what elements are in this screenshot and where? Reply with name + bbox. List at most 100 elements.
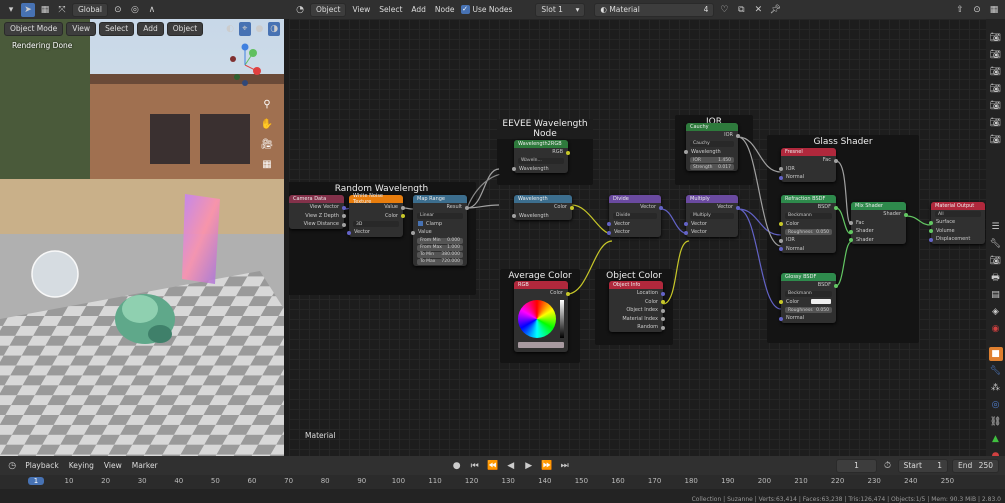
particles-icon[interactable]: ⁂ — [989, 381, 1003, 395]
node-node-menu[interactable]: Node — [432, 5, 458, 14]
distribution-dropdown[interactable]: Beckmann — [785, 212, 832, 219]
node-wavelength[interactable]: Wavelength Color Wavelength — [512, 195, 574, 220]
group-field[interactable]: Cauchy — [690, 140, 734, 147]
node-glossy-bsdf[interactable]: Glossy BSDF BSDF Beckmann Color Roughnes… — [779, 273, 838, 323]
node-cauchy[interactable]: Cauchy IOR Cauchy Wavelength IOR 1.450 St… — [684, 123, 740, 171]
overlay-icon[interactable]: ◐ — [224, 22, 236, 36]
marker-menu[interactable]: Marker — [129, 461, 161, 470]
next-keyframe-icon[interactable]: ⏩ — [540, 459, 554, 473]
scene-icon[interactable]: ◈ — [989, 305, 1003, 319]
shading-rendered-icon[interactable]: ◑ — [268, 21, 280, 36]
modifier-icon[interactable]: 🔧︎ — [989, 364, 1003, 378]
mode-dropdown[interactable]: Object Mode — [4, 21, 64, 36]
add-menu[interactable]: Add — [137, 21, 164, 36]
distribution-dropdown[interactable]: Beckmann — [785, 290, 832, 297]
node-material-output[interactable]: Material Output All Surface Volume Displ… — [929, 202, 985, 244]
from-max-field[interactable]: From Max 1.000 — [417, 244, 463, 251]
parent-node-tree-icon[interactable]: ⇧ — [953, 3, 967, 17]
node-divide[interactable]: Divide Vector Divide Vector Vector — [607, 195, 663, 237]
from-min-field[interactable]: From Min 0.000 — [417, 237, 463, 244]
operation-dropdown[interactable]: Multiply — [690, 212, 734, 219]
material-field[interactable]: ◐ Material 4 — [594, 2, 715, 17]
camera-icon[interactable]: 📷︎ — [989, 31, 1003, 45]
falloff-icon[interactable]: ∧ — [145, 3, 159, 17]
jump-end-icon[interactable]: ⏭ — [558, 459, 572, 473]
color-wheel[interactable] — [518, 299, 556, 338]
node-multiply[interactable]: Multiply Vector Multiply Vector Vector — [684, 195, 740, 237]
timeline-view-menu[interactable]: View — [101, 461, 125, 470]
editor-type-icon[interactable]: ▾ — [4, 3, 18, 17]
camera-icon[interactable]: 📷︎ — [989, 133, 1003, 147]
shading-solid-icon[interactable]: ● — [254, 22, 266, 36]
grid-view-icon[interactable]: ▦ — [260, 157, 274, 171]
to-max-field[interactable]: To Max 720.000 — [417, 258, 463, 265]
color-swatch[interactable] — [518, 341, 564, 348]
color-swatch[interactable] — [811, 299, 831, 305]
frame-ruler[interactable]: 1 10 20 30 40 50 60 70 80 90 100 110 120 130 140 150 160… — [0, 475, 1005, 489]
strength-field[interactable]: Strength 0.017 — [690, 164, 734, 170]
object-menu[interactable]: Object — [166, 21, 204, 36]
node-select-menu[interactable]: Select — [376, 5, 405, 14]
node-map-range[interactable]: Map Range Result Linear Clamp Value From… — [411, 195, 469, 266]
camera-icon[interactable]: 📷︎ — [989, 82, 1003, 96]
operation-dropdown[interactable]: Divide — [613, 212, 657, 219]
tool-icon[interactable]: 🔧︎ — [989, 237, 1003, 251]
sidebar-toggle-icon[interactable]: ☰ — [989, 220, 1003, 234]
group-field[interactable]: Waveln... — [518, 157, 564, 164]
jump-start-icon[interactable]: ⏮ — [468, 459, 482, 473]
ior-field[interactable]: IOR 1.450 — [690, 157, 734, 163]
stopwatch-icon[interactable]: ⏱ — [881, 459, 893, 473]
node-view-menu[interactable]: View — [349, 5, 373, 14]
dimensions-dropdown[interactable]: 3D — [353, 221, 399, 227]
fake-user-icon[interactable]: ♡ — [717, 3, 731, 17]
pin-icon[interactable]: 📌︎ — [768, 3, 782, 17]
shader-type-dropdown[interactable]: Object — [310, 2, 347, 17]
camera-icon[interactable]: 📷︎ — [989, 48, 1003, 62]
interpolation-dropdown[interactable]: Linear — [417, 212, 463, 219]
3d-viewport[interactable]: Rendering Done ⚲ ✋ 🎥︎ ▦ — [0, 19, 284, 456]
duplicate-material-icon[interactable]: ⧉ — [734, 3, 748, 17]
object-icon[interactable]: ■ — [988, 347, 1003, 361]
backdrop-icon[interactable]: ▦ — [987, 3, 1001, 17]
slot-dropdown[interactable]: Slot 1 ▾ — [535, 2, 586, 17]
unlink-icon[interactable]: ✕ — [751, 3, 765, 17]
transform-orientation-dropdown[interactable]: Global — [72, 2, 108, 17]
node-object-info[interactable]: Object Info Location Color Object Index … — [609, 281, 665, 332]
node-editor-canvas[interactable]: Random Wavelength EEVEE Wavelength Node … — [289, 19, 986, 456]
output-icon[interactable]: 🖶︎ — [989, 271, 1003, 285]
zoom-icon[interactable]: ⚲ — [260, 97, 274, 111]
node-wavelength2rgb[interactable]: Wavelength2RGB RGB Waveln... Wavelength — [512, 140, 570, 173]
world-icon[interactable]: ◉ — [989, 322, 1003, 336]
roughness-field[interactable]: Roughness 0.050 — [785, 229, 832, 235]
select-mode-icon[interactable]: ▦ — [38, 3, 52, 17]
camera-icon[interactable]: 📷︎ — [989, 116, 1003, 130]
camera-view-icon[interactable]: 🎥︎ — [260, 137, 274, 151]
editor-type-icon[interactable]: ◷ — [6, 459, 18, 473]
node-add-menu[interactable]: Add — [408, 5, 429, 14]
node-mix-shader[interactable]: Mix Shader Shader Fac Shader Shader — [849, 202, 908, 244]
snap-icon[interactable]: ⊙ — [111, 3, 125, 17]
physics-icon[interactable]: ◎ — [989, 398, 1003, 412]
gizmo-icon[interactable]: ⌖ — [238, 21, 251, 36]
keying-menu[interactable]: Keying — [66, 461, 97, 470]
use-nodes-toggle[interactable]: ✓ Use Nodes — [460, 5, 512, 14]
view-menu[interactable]: View — [66, 21, 97, 36]
current-frame-field[interactable]: 1 — [835, 458, 878, 473]
roughness-field[interactable]: Roughness 0.050 — [785, 307, 832, 313]
play-icon[interactable]: ▶ — [522, 459, 536, 473]
data-icon[interactable]: ▲ — [989, 432, 1003, 446]
pan-hand-icon[interactable]: ✋ — [260, 117, 274, 131]
record-icon[interactable]: ● — [450, 459, 464, 473]
end-frame-field[interactable]: End 250 — [952, 458, 999, 473]
target-dropdown[interactable]: All — [935, 211, 981, 217]
node-refraction-bsdf[interactable]: Refraction BSDF BSDF Beckmann Color Roug… — [779, 195, 838, 253]
render-icon[interactable]: 📷︎ — [989, 254, 1003, 268]
prev-keyframe-icon[interactable]: ⏪ — [486, 459, 500, 473]
color-picker[interactable] — [514, 298, 568, 340]
node-fresnel[interactable]: Fresnel Fac IOR Normal — [779, 148, 838, 182]
play-reverse-icon[interactable]: ◀ — [504, 459, 518, 473]
proportional-icon[interactable]: ◎ — [128, 3, 142, 17]
start-frame-field[interactable]: Start 1 — [897, 458, 949, 473]
constraints-icon[interactable]: ⛓︎ — [989, 415, 1003, 429]
camera-icon[interactable]: 📷︎ — [989, 65, 1003, 79]
